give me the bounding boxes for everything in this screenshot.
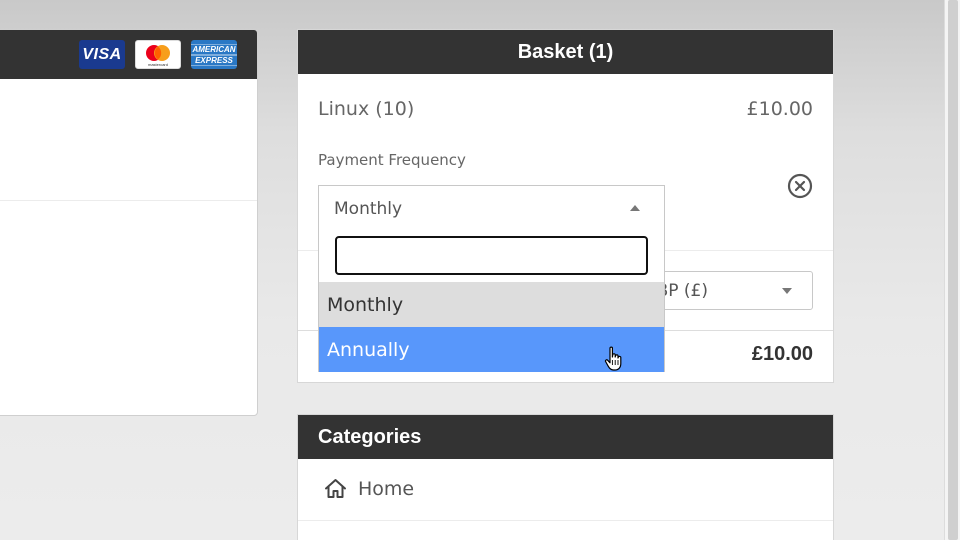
dropdown-option-monthly[interactable]: Monthly <box>319 282 664 327</box>
mastercard-logo-text: mastercard <box>147 61 168 67</box>
amex-logo-line1: AMERICAN <box>191 43 237 55</box>
remove-item-icon[interactable] <box>787 173 813 199</box>
mastercard-circles-icon <box>146 44 170 61</box>
visa-logo-text: VISA <box>82 45 122 63</box>
left-panel: VISA mastercard AMERICAN EXPRESS <box>0 29 258 416</box>
basket-title: Basket (1) <box>517 40 614 63</box>
payment-frequency-value: Monthly <box>334 199 403 219</box>
page-scrollbar[interactable] <box>944 0 960 540</box>
amex-logo: AMERICAN EXPRESS <box>191 40 237 69</box>
dropdown-option-label: Annually <box>327 338 410 361</box>
categories-header: Categories <box>298 415 833 459</box>
amex-logo-line2: EXPRESS <box>191 54 237 66</box>
dropdown-option-label: Monthly <box>327 293 404 316</box>
left-panel-header: VISA mastercard AMERICAN EXPRESS <box>0 30 257 79</box>
categories-panel: Categories Home <box>297 414 834 540</box>
categories-title: Categories <box>318 425 422 448</box>
payment-frequency-label: Payment Frequency <box>318 151 466 169</box>
category-item-home[interactable]: Home <box>298 459 833 521</box>
basket-item-price: £10.00 <box>746 98 813 120</box>
chevron-up-icon <box>630 205 640 211</box>
payment-cards: VISA mastercard AMERICAN EXPRESS <box>79 40 237 69</box>
basket-item-name: Linux (10) <box>318 98 415 120</box>
left-panel-divider <box>0 200 257 201</box>
mastercard-logo: mastercard <box>135 40 181 69</box>
chevron-down-icon <box>782 288 792 294</box>
visa-logo: VISA <box>79 40 125 69</box>
home-icon <box>325 479 346 498</box>
basket-item: Linux (10) £10.00 Payment Frequency Mont… <box>298 74 833 251</box>
dropdown-search-input[interactable] <box>335 236 648 275</box>
category-item-label: Home <box>358 478 415 500</box>
scrollbar-thumb[interactable] <box>948 0 958 540</box>
hand-pointer-cursor-icon <box>604 346 622 371</box>
basket-total-value: £10.00 <box>751 343 813 365</box>
basket-header: Basket (1) <box>298 30 833 74</box>
payment-frequency-select[interactable]: Monthly <box>318 185 665 230</box>
